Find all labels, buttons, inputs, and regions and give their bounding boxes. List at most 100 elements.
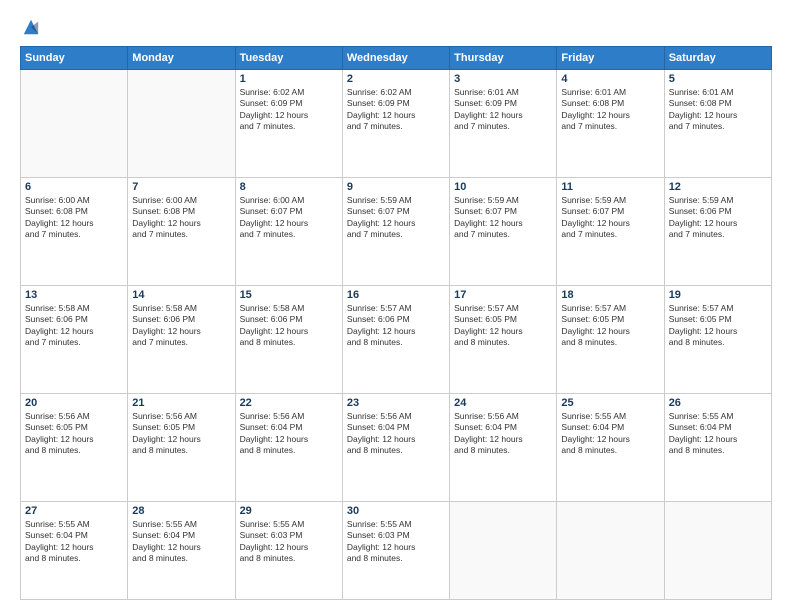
weekday-header-friday: Friday [557,47,664,70]
cell-info: Sunrise: 5:56 AM Sunset: 6:05 PM Dayligh… [25,411,123,457]
day-number: 23 [347,397,445,409]
calendar-cell [21,70,128,178]
calendar-cell: 7Sunrise: 6:00 AM Sunset: 6:08 PM Daylig… [128,177,235,285]
day-number: 28 [132,505,230,517]
cell-info: Sunrise: 5:59 AM Sunset: 6:07 PM Dayligh… [561,195,659,241]
logo [20,18,40,36]
calendar-table: SundayMondayTuesdayWednesdayThursdayFrid… [20,46,772,600]
calendar-cell: 12 Sunrise: 5:59 AM Sunset: 6:06 PM Dayli… [664,177,771,285]
calendar-cell: 5Sunrise: 6:01 AM Sunset: 6:08 PM Daylig… [664,70,771,178]
header [20,18,772,36]
calendar-cell [557,501,664,599]
calendar-cell: 6 Sunrise: 6:00 AM Sunset: 6:08 PM Daylig… [21,177,128,285]
calendar-cell: 18 Sunrise: 5:57 AM Sunset: 6:05 PM Dayli… [557,285,664,393]
day-number: 15 [240,289,338,301]
day-number: 5 [669,73,767,85]
calendar-week-2: 6 Sunrise: 6:00 AM Sunset: 6:08 PM Daylig… [21,177,772,285]
calendar-cell: 28 Sunrise: 5:55 AM Sunset: 6:04 PM Dayli… [128,501,235,599]
cell-info: Sunrise: 5:56 AM Sunset: 6:04 PM Dayligh… [454,411,552,457]
cell-info: Sunrise: 5:55 AM Sunset: 6:04 PM Dayligh… [132,519,230,565]
day-number: 3 [454,73,552,85]
calendar-cell: 11 Sunrise: 5:59 AM Sunset: 6:07 PM Dayli… [557,177,664,285]
cell-info: Sunrise: 5:58 AM Sunset: 6:06 PM Dayligh… [132,303,230,349]
cell-info: Sunrise: 5:56 AM Sunset: 6:04 PM Dayligh… [347,411,445,457]
calendar-cell: 13Sunrise: 5:58 AM Sunset: 6:06 PM Dayli… [21,285,128,393]
cell-info: Sunrise: 5:55 AM Sunset: 6:04 PM Dayligh… [25,519,123,565]
calendar-cell: 4 Sunrise: 6:01 AM Sunset: 6:08 PM Daylig… [557,70,664,178]
calendar-cell [450,501,557,599]
cell-info: Sunrise: 5:58 AM Sunset: 6:06 PM Dayligh… [25,303,123,349]
day-number: 18 [561,289,659,301]
cell-info: Sunrise: 5:55 AM Sunset: 6:04 PM Dayligh… [561,411,659,457]
weekday-header-wednesday: Wednesday [342,47,449,70]
cell-info: Sunrise: 5:59 AM Sunset: 6:07 PM Dayligh… [347,195,445,241]
calendar-cell [128,70,235,178]
day-number: 17 [454,289,552,301]
day-number: 10 [454,181,552,193]
cell-info: Sunrise: 5:57 AM Sunset: 6:05 PM Dayligh… [669,303,767,349]
day-number: 8 [240,181,338,193]
weekday-header-row: SundayMondayTuesdayWednesdayThursdayFrid… [21,47,772,70]
weekday-header-thursday: Thursday [450,47,557,70]
day-number: 24 [454,397,552,409]
day-number: 14 [132,289,230,301]
day-number: 20 [25,397,123,409]
cell-info: Sunrise: 5:57 AM Sunset: 6:06 PM Dayligh… [347,303,445,349]
cell-info: Sunrise: 6:02 AM Sunset: 6:09 PM Dayligh… [347,87,445,133]
calendar-cell [664,501,771,599]
day-number: 29 [240,505,338,517]
day-number: 9 [347,181,445,193]
cell-info: Sunrise: 5:57 AM Sunset: 6:05 PM Dayligh… [561,303,659,349]
cell-info: Sunrise: 5:59 AM Sunset: 6:06 PM Dayligh… [669,195,767,241]
calendar-cell: 14 Sunrise: 5:58 AM Sunset: 6:06 PM Dayli… [128,285,235,393]
calendar-cell: 17 Sunrise: 5:57 AM Sunset: 6:05 PM Dayli… [450,285,557,393]
day-number: 27 [25,505,123,517]
logo-text [20,18,40,36]
cell-info: Sunrise: 5:57 AM Sunset: 6:05 PM Dayligh… [454,303,552,349]
calendar-cell: 23 Sunrise: 5:56 AM Sunset: 6:04 PM Dayli… [342,393,449,501]
cell-info: Sunrise: 5:58 AM Sunset: 6:06 PM Dayligh… [240,303,338,349]
day-number: 4 [561,73,659,85]
day-number: 22 [240,397,338,409]
cell-info: Sunrise: 5:55 AM Sunset: 6:04 PM Dayligh… [669,411,767,457]
calendar-week-3: 13Sunrise: 5:58 AM Sunset: 6:06 PM Dayli… [21,285,772,393]
page: SundayMondayTuesdayWednesdayThursdayFrid… [0,0,792,612]
calendar-cell: 2 Sunrise: 6:02 AM Sunset: 6:09 PM Daylig… [342,70,449,178]
cell-info: Sunrise: 5:59 AM Sunset: 6:07 PM Dayligh… [454,195,552,241]
calendar-cell: 26 Sunrise: 5:55 AM Sunset: 6:04 PM Dayli… [664,393,771,501]
day-number: 25 [561,397,659,409]
day-number: 2 [347,73,445,85]
day-number: 21 [132,397,230,409]
weekday-header-tuesday: Tuesday [235,47,342,70]
calendar-cell: 9 Sunrise: 5:59 AM Sunset: 6:07 PM Daylig… [342,177,449,285]
cell-info: Sunrise: 6:00 AM Sunset: 6:08 PM Dayligh… [25,195,123,241]
calendar-cell: 20 Sunrise: 5:56 AM Sunset: 6:05 PM Dayli… [21,393,128,501]
calendar-week-1: 1 Sunrise: 6:02 AM Sunset: 6:09 PM Daylig… [21,70,772,178]
day-number: 30 [347,505,445,517]
calendar-cell: 3 Sunrise: 6:01 AM Sunset: 6:09 PM Daylig… [450,70,557,178]
calendar-cell: 16 Sunrise: 5:57 AM Sunset: 6:06 PM Dayli… [342,285,449,393]
calendar-cell: 30Sunrise: 5:55 AM Sunset: 6:03 PM Dayli… [342,501,449,599]
cell-info: Sunrise: 6:00 AM Sunset: 6:07 PM Dayligh… [240,195,338,241]
cell-info: Sunrise: 6:02 AM Sunset: 6:09 PM Dayligh… [240,87,338,133]
weekday-header-sunday: Sunday [21,47,128,70]
day-number: 12 [669,181,767,193]
day-number: 11 [561,181,659,193]
logo-icon [22,18,40,36]
calendar-week-4: 20 Sunrise: 5:56 AM Sunset: 6:05 PM Dayli… [21,393,772,501]
calendar-cell: 29 Sunrise: 5:55 AM Sunset: 6:03 PM Dayli… [235,501,342,599]
calendar-cell: 8 Sunrise: 6:00 AM Sunset: 6:07 PM Daylig… [235,177,342,285]
cell-info: Sunrise: 5:56 AM Sunset: 6:04 PM Dayligh… [240,411,338,457]
day-number: 26 [669,397,767,409]
weekday-header-saturday: Saturday [664,47,771,70]
calendar-cell: 1 Sunrise: 6:02 AM Sunset: 6:09 PM Daylig… [235,70,342,178]
day-number: 16 [347,289,445,301]
cell-info: Sunrise: 6:01 AM Sunset: 6:09 PM Dayligh… [454,87,552,133]
calendar-cell: 10 Sunrise: 5:59 AM Sunset: 6:07 PM Dayli… [450,177,557,285]
day-number: 7 [132,181,230,193]
day-number: 6 [25,181,123,193]
cell-info: Sunrise: 5:55 AM Sunset: 6:03 PM Dayligh… [240,519,338,565]
day-number: 1 [240,73,338,85]
calendar-cell: 21Sunrise: 5:56 AM Sunset: 6:05 PM Dayli… [128,393,235,501]
cell-info: Sunrise: 6:01 AM Sunset: 6:08 PM Dayligh… [561,87,659,133]
